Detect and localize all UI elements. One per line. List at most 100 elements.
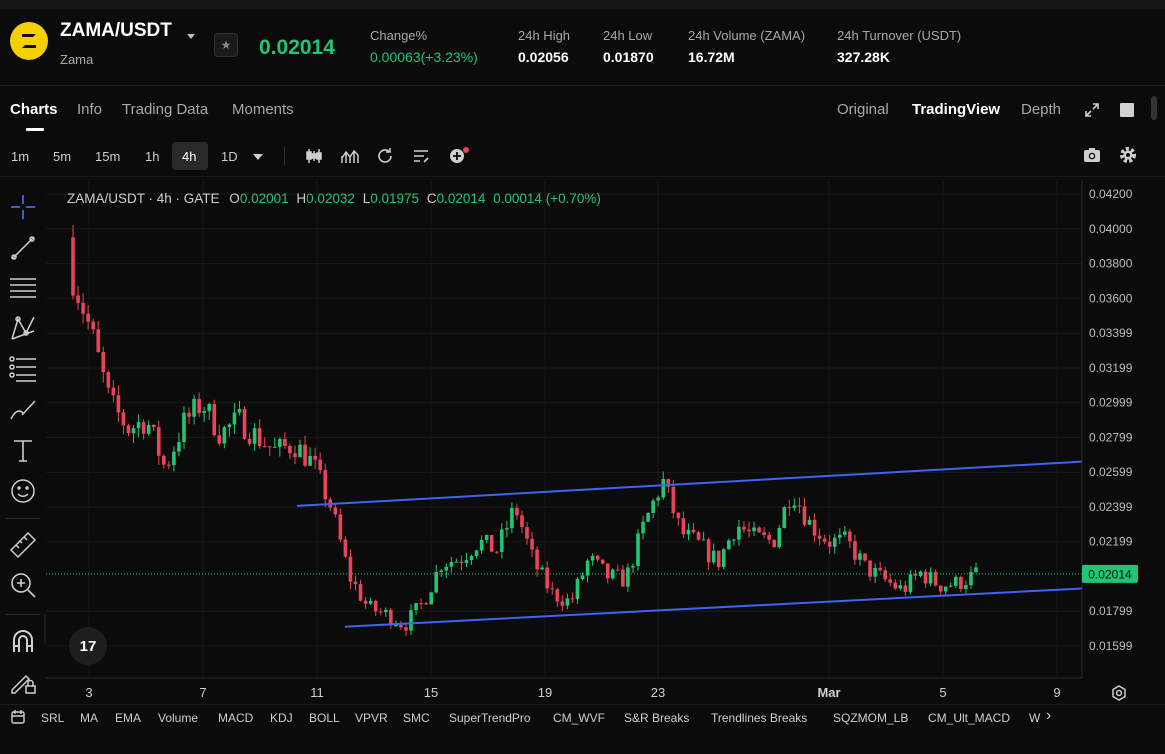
timeframe-15m[interactable]: 15m <box>95 149 120 164</box>
add-icon[interactable] <box>448 146 469 166</box>
candle-body <box>767 534 771 540</box>
indicator-13[interactable]: SQZMOM_LB <box>833 711 908 725</box>
candle-body <box>848 531 852 542</box>
candle-body <box>636 533 640 566</box>
ruler-icon[interactable] <box>8 530 38 560</box>
pattern-icon[interactable] <box>8 313 38 343</box>
candle-body <box>732 539 736 541</box>
candle-body <box>580 575 585 580</box>
indicator-4[interactable]: MACD <box>218 711 253 725</box>
indicator-10[interactable]: CM_WVF <box>553 711 605 725</box>
view-depth[interactable]: Depth <box>1021 101 1061 118</box>
candle-body <box>111 387 116 396</box>
scrollbar-handle[interactable] <box>1151 96 1157 120</box>
candle-body <box>863 553 867 561</box>
candle-body <box>701 539 706 541</box>
text-icon[interactable] <box>8 435 38 465</box>
templates-icon[interactable] <box>411 146 431 166</box>
indicator-1[interactable]: MA <box>80 711 98 725</box>
tab-moments[interactable]: Moments <box>232 101 294 118</box>
indicator-6[interactable]: BOLL <box>309 711 340 725</box>
zoom-icon[interactable] <box>8 570 38 600</box>
indicator-5[interactable]: KDJ <box>270 711 293 725</box>
magnet-icon[interactable] <box>8 626 38 656</box>
timeframe-5m[interactable]: 5m <box>53 149 71 164</box>
horizontal-lines-icon[interactable] <box>8 273 38 303</box>
candle-body <box>247 438 252 444</box>
candle-body <box>217 435 222 444</box>
indicator-2[interactable]: EMA <box>115 711 141 725</box>
chart-bg <box>46 180 1165 704</box>
candle-body <box>464 560 469 564</box>
timeframe-dropdown-icon[interactable] <box>253 154 263 160</box>
legend-h-label: H <box>296 191 307 206</box>
indicator-11[interactable]: S&R Breaks <box>624 711 689 725</box>
calendar-icon[interactable] <box>10 709 28 725</box>
candle-body <box>817 535 822 539</box>
candle-body <box>348 556 353 582</box>
chevron-right-icon[interactable]: › <box>1046 708 1058 725</box>
price-chart[interactable]: 0.04200 0.04000 0.03800 0.03600 0.03399 0.031… <box>46 180 1165 704</box>
indicator-14[interactable]: CM_Ult_MACD <box>928 711 1010 725</box>
crosshair-icon[interactable] <box>8 192 38 222</box>
candle-body <box>197 398 201 414</box>
legend-open: 0.02001 <box>239 191 289 206</box>
lock-drawing-icon[interactable] <box>8 666 38 696</box>
candle-body <box>424 603 428 605</box>
indicator-8[interactable]: SMC <box>403 711 430 725</box>
candle-body <box>525 527 529 539</box>
timeframe-1m[interactable]: 1m <box>11 149 29 164</box>
trendline-icon[interactable] <box>8 233 38 263</box>
indicator-7[interactable]: VPVR <box>355 711 388 725</box>
date-tick-label: 9 <box>1053 685 1060 700</box>
camera-icon[interactable] <box>1083 146 1103 166</box>
candle-body <box>938 585 943 592</box>
indicator-0[interactable]: SRL <box>41 711 64 725</box>
candle-body <box>278 439 282 447</box>
timeframe-4h[interactable]: 4h <box>182 149 196 164</box>
tab-info[interactable]: Info <box>77 101 102 118</box>
candle-body <box>641 521 645 534</box>
view-original[interactable]: Original <box>837 101 889 118</box>
candle-body <box>888 579 893 583</box>
candle-body <box>479 539 484 551</box>
candle-body <box>333 507 338 515</box>
replay-icon[interactable] <box>375 146 395 166</box>
gear-icon[interactable] <box>1119 146 1139 166</box>
price-tick-label: 0.01599 <box>1089 639 1133 653</box>
tab-underline <box>26 128 44 131</box>
stat-value-high: 0.02056 <box>518 49 569 65</box>
fib-icon[interactable] <box>8 354 38 384</box>
tab-charts[interactable]: Charts <box>10 101 58 118</box>
candle-body <box>545 567 550 589</box>
candle-body <box>212 404 217 436</box>
candle-body <box>222 427 227 444</box>
pair-title[interactable]: ZAMA/USDT <box>60 20 172 42</box>
candle-body <box>727 540 731 550</box>
indicator-9[interactable]: SuperTrendPro <box>449 711 531 725</box>
timeframe-1h[interactable]: 1h <box>145 149 159 164</box>
candles-icon[interactable] <box>304 146 324 166</box>
indicator-12[interactable]: Trendlines Breaks <box>711 711 807 725</box>
expand-icon[interactable] <box>1084 102 1100 118</box>
indicator-15[interactable]: W <box>1029 711 1040 725</box>
emoji-icon[interactable] <box>8 476 38 506</box>
favorite-button[interactable]: ★ <box>214 33 238 57</box>
candle-body <box>711 550 716 563</box>
view-tradingview[interactable]: TradingView <box>912 101 1000 118</box>
indicators-icon[interactable] <box>340 146 360 166</box>
tab-trading-data[interactable]: Trading Data <box>122 101 208 118</box>
candle-body <box>646 512 650 522</box>
candle-body <box>843 531 847 535</box>
candle-body <box>853 541 857 560</box>
window-icon[interactable] <box>1120 103 1134 117</box>
indicator-3[interactable]: Volume <box>158 711 198 725</box>
candle-body <box>323 470 328 500</box>
candle-body <box>202 411 206 414</box>
candle-body <box>671 486 676 513</box>
axis-settings-icon[interactable] <box>1110 684 1128 702</box>
timeframe-1d[interactable]: 1D <box>221 149 238 164</box>
brush-icon[interactable] <box>8 395 38 425</box>
top-strip <box>0 0 1165 9</box>
pair-dropdown-icon[interactable] <box>187 34 195 39</box>
